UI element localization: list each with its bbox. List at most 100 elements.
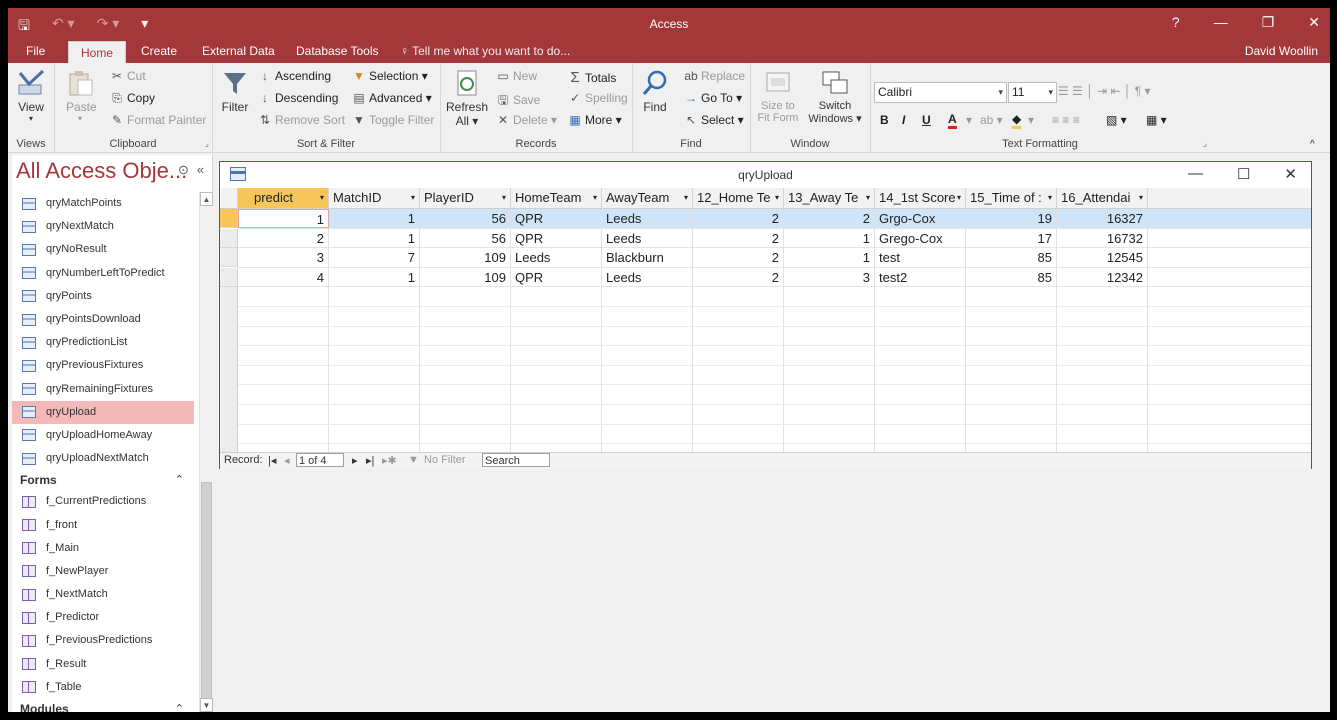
table-cell[interactable]: 17 bbox=[966, 228, 1057, 248]
find-button[interactable]: Find bbox=[640, 69, 670, 114]
save-record-button[interactable]: 🖫 Save bbox=[496, 91, 540, 112]
scroll-down-icon[interactable]: ▼ bbox=[200, 698, 213, 712]
column-header[interactable]: AwayTeam ▾ bbox=[602, 188, 693, 208]
alternate-row-color-icon[interactable]: ▧ ▾ bbox=[1106, 113, 1127, 127]
table-cell[interactable]: 85 bbox=[966, 248, 1057, 268]
new-record-nav-icon[interactable]: ▸✱ bbox=[382, 454, 397, 467]
nav-query-item[interactable]: qryMatchPoints bbox=[12, 192, 194, 215]
doc-maximize-button[interactable]: ☐ bbox=[1237, 165, 1250, 183]
copy-button[interactable]: ⎘ Copy bbox=[110, 91, 155, 106]
italic-button[interactable]: I bbox=[902, 113, 905, 127]
column-header[interactable]: 15_Time of : ▾ bbox=[966, 188, 1057, 208]
filter-button[interactable]: Filter bbox=[220, 69, 250, 114]
chevron-down-icon[interactable]: ▾ bbox=[1139, 188, 1143, 208]
table-cell[interactable]: 56 bbox=[420, 228, 511, 248]
table-cell[interactable]: 109 bbox=[420, 267, 511, 287]
nav-query-item[interactable]: qryUploadNextMatch bbox=[12, 447, 194, 470]
table-cell[interactable]: 2 bbox=[784, 209, 875, 228]
column-header[interactable]: 13_Away Te ▾ bbox=[784, 188, 875, 208]
table-cell[interactable]: 19 bbox=[966, 209, 1057, 228]
replace-button[interactable]: ab Replace bbox=[684, 69, 745, 83]
select-button[interactable]: ↖ Select ▾ bbox=[684, 113, 744, 127]
scroll-thumb[interactable] bbox=[201, 482, 212, 704]
nav-query-item[interactable]: qryPointsDownload bbox=[12, 308, 194, 331]
nav-pane-title[interactable]: All Access Obje... bbox=[16, 158, 187, 184]
table-cell[interactable]: 12545 bbox=[1057, 248, 1148, 268]
table-cell[interactable]: Grgo-Cox bbox=[875, 209, 966, 228]
font-color-dropdown[interactable]: ▾ bbox=[966, 113, 972, 127]
chevron-down-icon[interactable]: ▾ bbox=[411, 188, 415, 208]
advanced-button[interactable]: ▤ Advanced ▾ bbox=[352, 91, 431, 105]
nav-query-item[interactable]: qryNumberLeftToPredict bbox=[12, 262, 194, 285]
doc-close-button[interactable]: ✕ bbox=[1284, 165, 1297, 183]
table-cell[interactable]: test2 bbox=[875, 267, 966, 287]
table-cell[interactable]: 16732 bbox=[1057, 228, 1148, 248]
table-cell[interactable]: 3 bbox=[784, 267, 875, 287]
nav-form-item[interactable]: f_Main bbox=[12, 537, 194, 560]
column-header[interactable]: 12_Home Te ▾ bbox=[693, 188, 784, 208]
table-cell[interactable]: 2 bbox=[693, 248, 784, 268]
table-cell[interactable]: QPR bbox=[511, 209, 602, 228]
chevron-down-icon[interactable]: ▾ bbox=[1048, 188, 1052, 208]
column-header[interactable]: PlayerID ▾ bbox=[420, 188, 511, 208]
tab-file[interactable]: File bbox=[26, 44, 45, 58]
font-color-button[interactable]: A bbox=[948, 112, 957, 129]
table-cell[interactable]: 1 bbox=[329, 228, 420, 248]
next-record-icon[interactable]: ▸ bbox=[352, 454, 358, 467]
remove-sort-button[interactable]: ⇅ Remove Sort bbox=[258, 113, 345, 127]
table-cell[interactable]: 1 bbox=[238, 209, 329, 228]
nav-section-modules[interactable]: Modules ⌃ bbox=[12, 699, 194, 712]
no-filter-indicator[interactable]: No Filter bbox=[424, 454, 466, 466]
more-button[interactable]: ▦ More ▾ bbox=[568, 113, 621, 127]
table-cell[interactable]: Grego-Cox bbox=[875, 228, 966, 248]
toggle-filter-button[interactable]: ▼ Toggle Filter bbox=[352, 113, 434, 127]
column-header[interactable]: 16_Attendai ▾ bbox=[1057, 188, 1148, 208]
row-selector[interactable] bbox=[220, 267, 238, 287]
chevron-down-icon[interactable]: ▾ bbox=[684, 188, 688, 208]
column-header[interactable]: predict ▾ bbox=[238, 188, 329, 208]
fill-color-dropdown[interactable]: ▾ bbox=[1028, 113, 1034, 127]
select-all-corner[interactable] bbox=[220, 188, 238, 208]
close-button[interactable]: ✕ bbox=[1308, 14, 1320, 31]
last-record-icon[interactable]: ▸| bbox=[366, 454, 374, 467]
restore-button[interactable]: ❐ bbox=[1262, 14, 1275, 31]
nav-query-item[interactable]: qryPreviousFixtures bbox=[12, 354, 194, 377]
nav-query-item[interactable]: qryPredictionList bbox=[12, 331, 194, 354]
column-header[interactable]: MatchID ▾ bbox=[329, 188, 420, 208]
nav-form-item[interactable]: f_NewPlayer bbox=[12, 560, 194, 583]
table-cell[interactable]: 12342 bbox=[1057, 267, 1148, 287]
bold-button[interactable]: B bbox=[880, 113, 889, 127]
table-cell[interactable]: 16327 bbox=[1057, 209, 1148, 228]
scroll-up-icon[interactable]: ▲ bbox=[200, 192, 213, 206]
nav-query-item[interactable]: qryRemainingFixtures bbox=[12, 378, 194, 401]
nav-section-forms[interactable]: Forms ⌃ bbox=[12, 470, 194, 490]
chevron-down-icon[interactable]: ▾ bbox=[593, 188, 597, 208]
chevron-down-icon[interactable]: ▾ bbox=[957, 188, 961, 208]
table-cell[interactable]: 85 bbox=[966, 267, 1057, 287]
user-name[interactable]: David Woollin bbox=[1245, 44, 1318, 58]
help-button[interactable]: ? bbox=[1172, 14, 1180, 31]
gridlines-icon[interactable]: ▦ ▾ bbox=[1146, 113, 1167, 127]
nav-form-item[interactable]: f_Predictor bbox=[12, 606, 194, 629]
table-cell[interactable]: 1 bbox=[784, 228, 875, 248]
cut-button[interactable]: ✂ Cut bbox=[110, 69, 146, 83]
table-cell[interactable]: 2 bbox=[693, 209, 784, 228]
totals-button[interactable]: Σ Totals bbox=[568, 69, 616, 86]
paste-button[interactable]: Paste ▾ bbox=[66, 69, 97, 123]
table-cell[interactable]: 2 bbox=[693, 267, 784, 287]
doc-minimize-button[interactable]: — bbox=[1188, 165, 1203, 183]
tab-create[interactable]: Create bbox=[141, 44, 177, 58]
tab-database-tools[interactable]: Database Tools bbox=[296, 44, 379, 58]
new-record-button[interactable]: ▭ New bbox=[496, 69, 537, 83]
table-cell[interactable]: 1 bbox=[329, 209, 420, 228]
shutter-bar-icon[interactable]: « bbox=[197, 162, 204, 178]
nav-form-item[interactable]: f_front bbox=[12, 513, 194, 536]
nav-query-item[interactable]: qryNoResult bbox=[12, 238, 194, 261]
fill-color-icon[interactable]: ◆ bbox=[1012, 112, 1022, 129]
format-painter-button[interactable]: ✎ Format Painter bbox=[110, 113, 206, 127]
nav-form-item[interactable]: f_CurrentPredictions bbox=[12, 490, 194, 513]
table-cell[interactable]: test bbox=[875, 248, 966, 268]
font-name-select[interactable]: Calibri ▾ bbox=[874, 82, 1007, 103]
table-cell[interactable]: 1 bbox=[329, 267, 420, 287]
nav-form-item[interactable]: f_Result bbox=[12, 653, 194, 676]
